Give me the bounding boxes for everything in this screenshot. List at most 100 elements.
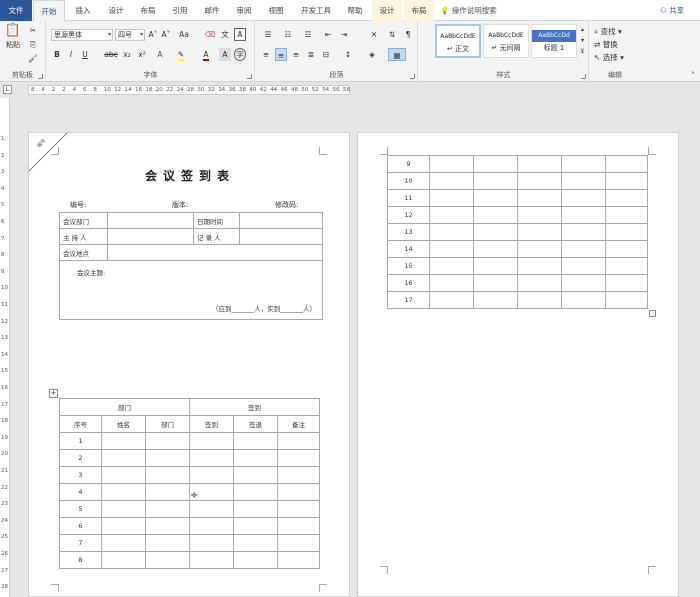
bold-button[interactable]: B [52,48,62,61]
table-cell[interactable] [561,155,606,173]
table-cell[interactable] [605,257,648,275]
table-cell[interactable] [233,517,278,535]
table-cell[interactable] [517,240,562,258]
table-cell[interactable] [145,449,190,467]
table-cell[interactable] [277,551,320,569]
table-cell[interactable] [561,223,606,241]
strikethrough-button[interactable]: abc [104,48,118,61]
table-cell[interactable] [233,449,278,467]
row-number-cell[interactable]: 14 [387,240,430,258]
table-cell[interactable] [277,432,320,450]
select-button[interactable]: ↖ 选择 ▾ [594,51,636,64]
table-header-cell[interactable]: 姓名 [101,415,146,433]
row-number-cell[interactable]: 15 [387,257,430,275]
table-move-handle[interactable]: + [49,389,58,398]
table-cell[interactable] [101,466,146,484]
highlight-button[interactable]: ✎ [174,48,188,61]
phonetic-guide-button[interactable]: 文 [219,28,231,41]
paragraph-launcher[interactable] [410,74,415,79]
table-cell[interactable] [239,228,323,245]
table-cell[interactable] [473,291,518,309]
sign-in-table[interactable]: 部门 签到 序号 姓名 部门 签到 签退 备注 12345678 [59,398,320,569]
table-cell[interactable]: 会议部门 [59,212,108,229]
row-number-cell[interactable]: 8 [59,551,102,569]
table-header-cell[interactable]: 备注 [277,415,320,433]
table-cell[interactable] [561,206,606,224]
table-cell[interactable] [517,257,562,275]
table-cell[interactable] [517,206,562,224]
find-button[interactable]: ⌕ 查找 ▾ [594,25,636,38]
table-cell[interactable] [473,172,518,190]
change-case-button[interactable]: Aa [176,28,192,41]
meeting-info-table[interactable]: 会议部门 日期时间 主 持 人 记 录 人 会议地点 会议主题: （应到____… [59,212,323,320]
table-cell[interactable] [605,206,648,224]
tab-review[interactable]: 审阅 [229,0,259,21]
subscript-button[interactable]: x₂ [121,48,133,61]
table-cell[interactable]: 记 录 人 [193,228,240,245]
tab-view[interactable]: 视图 [261,0,291,21]
table-cell[interactable] [233,432,278,450]
font-color-button[interactable]: A [199,48,213,61]
table-header-cell[interactable]: 部门 [145,415,190,433]
replace-button[interactable]: ⇄ 替换 [594,38,636,51]
align-left-button[interactable]: ≡ [260,48,272,61]
table-cell[interactable] [101,534,146,552]
multilevel-list-button[interactable]: ☲ [300,28,316,41]
table-cell[interactable] [233,466,278,484]
tab-developer[interactable]: 开发工具 [294,0,338,21]
table-cell[interactable] [145,466,190,484]
table-cell[interactable] [189,551,234,569]
sign-in-table-continued[interactable]: 9 10 11 12 13 14 15 16 17 [387,155,648,309]
table-cell[interactable] [277,534,320,552]
table-cell[interactable] [107,228,194,245]
table-cell[interactable] [429,274,474,292]
table-cell[interactable] [277,483,320,501]
table-cell[interactable] [233,500,278,518]
italic-button[interactable]: I [66,48,76,61]
tab-home[interactable]: 开始 [33,0,65,22]
cut-button[interactable]: ✂ [26,24,40,37]
table-cell[interactable] [101,449,146,467]
table-cell[interactable] [233,534,278,552]
format-painter-button[interactable]: 🖌 [26,52,40,65]
table-header-cell[interactable]: 签到 [189,415,234,433]
tab-references[interactable]: 引用 [165,0,195,21]
table-cell[interactable] [239,212,323,229]
table-cell[interactable] [517,172,562,190]
table-cell[interactable] [605,291,648,309]
row-number-cell[interactable]: 12 [387,206,430,224]
table-cell[interactable] [473,240,518,258]
table-cell[interactable] [101,517,146,535]
table-cell[interactable] [429,206,474,224]
table-cell[interactable] [517,155,562,173]
table-resize-handle[interactable] [649,310,656,317]
font-size-combo[interactable]: 四号 ▾ [115,29,145,41]
table-cell[interactable] [561,240,606,258]
styles-launcher[interactable] [581,74,586,79]
table-cell[interactable] [189,466,234,484]
table-cell[interactable] [277,466,320,484]
table-cell[interactable] [107,244,323,261]
table-cell[interactable] [473,257,518,275]
table-cell[interactable] [561,172,606,190]
row-number-cell[interactable]: 16 [387,274,430,292]
table-cell[interactable] [145,517,190,535]
table-cell[interactable] [189,449,234,467]
table-cell[interactable] [107,212,194,229]
table-cell[interactable] [145,432,190,450]
row-number-cell[interactable]: 3 [59,466,102,484]
row-number-cell[interactable]: 10 [387,172,430,190]
table-cell[interactable] [101,500,146,518]
tab-help[interactable]: 帮助 [340,0,370,21]
table-cell[interactable] [429,223,474,241]
clipboard-launcher[interactable] [38,74,43,79]
table-cell[interactable] [101,483,146,501]
styles-scroll[interactable]: ▴ ▾ ⊻ [578,24,587,58]
superscript-button[interactable]: x² [136,48,148,61]
table-cell[interactable] [233,551,278,569]
table-cell[interactable] [517,189,562,207]
row-number-cell[interactable]: 9 [387,155,430,173]
style-heading-1[interactable]: AaBbCcDd 标题 1 [531,24,577,58]
decrease-indent-button[interactable]: ⇤ [322,28,334,41]
table-cell[interactable] [277,517,320,535]
